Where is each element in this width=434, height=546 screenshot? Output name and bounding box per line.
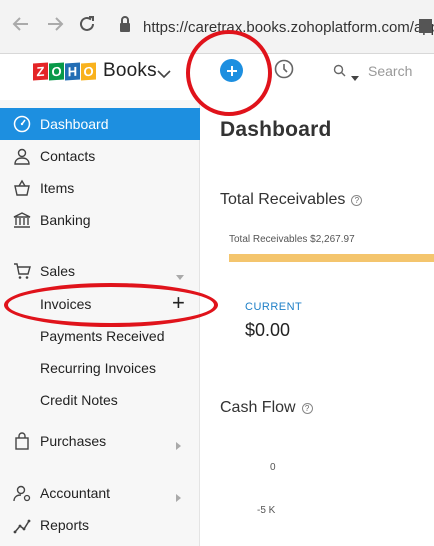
accountant-icon (13, 484, 31, 502)
app-name: Books (103, 60, 157, 81)
total-receivables-heading: Total Receivables ? (220, 191, 363, 209)
sidebar-item-recurring-invoices[interactable]: Recurring Invoices (40, 360, 156, 376)
add-invoice-button[interactable]: + (172, 292, 185, 314)
sidebar-item-banking[interactable]: Banking (0, 204, 200, 236)
cash-flow-tick-neg5k: -5 K (257, 505, 276, 516)
caret-right-icon (176, 489, 181, 505)
lock-icon (118, 15, 132, 38)
logo-letter-h: H (65, 61, 80, 81)
sidebar-item-label: Items (40, 180, 75, 196)
recent-history-icon[interactable] (273, 58, 295, 85)
sidebar-item-dashboard[interactable]: Dashboard (0, 108, 200, 140)
sidebar-item-label: Reports (40, 517, 90, 533)
sidebar-item-contacts[interactable]: Contacts (0, 140, 200, 172)
help-icon[interactable]: ? (301, 402, 313, 414)
search-input[interactable]: Search (368, 63, 412, 79)
address-bar[interactable]: https://caretrax.books.zohoplatform.com/… (143, 19, 434, 36)
contacts-icon (13, 147, 31, 165)
sidebar-item-sales[interactable]: Sales (0, 255, 200, 287)
cash-flow-tick-0: 0 (270, 462, 276, 473)
reports-icon (13, 516, 31, 534)
section-title: Cash Flow (220, 399, 296, 416)
logo-letter-o: O (49, 61, 64, 81)
reload-button[interactable] (76, 13, 98, 35)
reload-icon (80, 16, 94, 31)
chevron-down-icon[interactable] (157, 66, 171, 84)
sidebar-item-purchases[interactable]: Purchases (0, 425, 200, 457)
search-filter-caret-icon[interactable] (351, 68, 359, 86)
section-title: Total Receivables (220, 191, 346, 208)
sidebar-item-label: Purchases (40, 433, 107, 449)
sidebar-item-label: Banking (40, 212, 91, 228)
sidebar-item-label: Dashboard (40, 116, 109, 132)
plus-icon (226, 65, 237, 76)
cart-icon (13, 262, 31, 280)
shopping-bag-icon (13, 432, 31, 450)
dashboard-icon (13, 115, 31, 133)
browser-toolbar: https://caretrax.books.zohoplatform.com/… (0, 0, 434, 54)
zoho-books-logo[interactable]: Z O H O Books (33, 60, 157, 82)
receivables-progress-bar (229, 254, 434, 262)
help-icon[interactable]: ? (351, 194, 363, 206)
logo-letter-o2: O (81, 61, 96, 81)
total-receivables-label: Total Receivables $2,267.97 (229, 234, 355, 245)
basket-icon (13, 179, 31, 197)
app-header: Z O H O Books Search (0, 54, 434, 100)
forward-button[interactable] (44, 13, 66, 35)
search-icon[interactable] (333, 64, 346, 82)
sidebar-item-reports[interactable]: Reports (0, 509, 200, 541)
back-button[interactable] (10, 13, 32, 35)
sidebar-item-label: Contacts (40, 148, 96, 164)
page-title: Dashboard (220, 118, 332, 141)
cash-flow-heading: Cash Flow ? (220, 399, 313, 417)
sidebar-item-invoices[interactable]: Invoices (40, 296, 91, 312)
sidebar: Dashboard Contacts Items Banking Sales I… (0, 100, 200, 546)
extension-icon[interactable] (418, 15, 433, 40)
bank-icon (13, 211, 31, 229)
sidebar-item-payments-received[interactable]: Payments Received (40, 328, 165, 344)
forward-arrow-icon (48, 17, 64, 31)
current-value: $0.00 (245, 320, 291, 340)
sidebar-item-credit-notes[interactable]: Credit Notes (40, 392, 118, 408)
sidebar-item-label: Sales (40, 263, 76, 279)
sidebar-item-items[interactable]: Items (0, 172, 200, 204)
back-arrow-icon (12, 17, 28, 31)
caret-right-icon (176, 437, 181, 453)
sidebar-item-accountant[interactable]: Accountant (0, 477, 200, 509)
logo-letter-z: Z (33, 61, 48, 81)
current-label[interactable]: CURRENT (245, 301, 302, 313)
sidebar-item-label: Accountant (40, 485, 111, 501)
quick-create-button[interactable] (220, 59, 243, 82)
caret-down-icon (176, 267, 184, 283)
